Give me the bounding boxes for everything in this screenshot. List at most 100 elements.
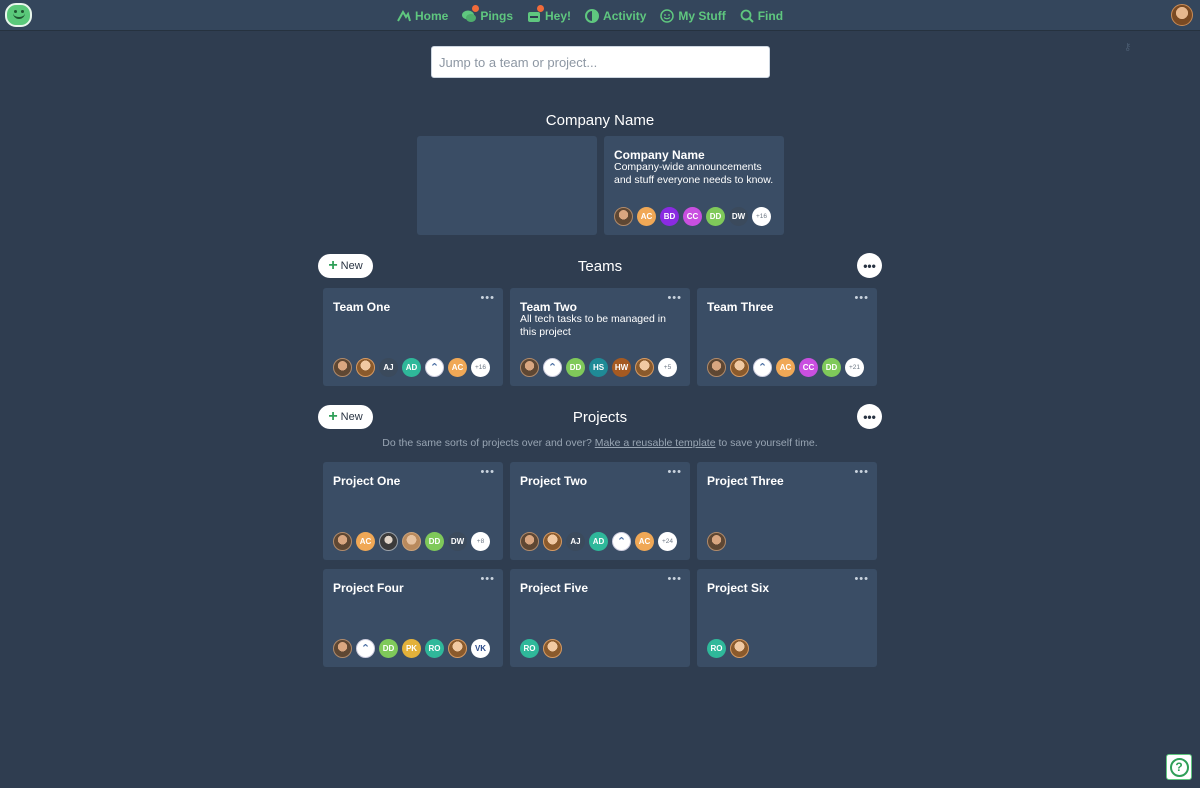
more-people-count[interactable]: +5 — [658, 358, 677, 377]
person-avatar[interactable] — [614, 207, 633, 226]
compass-avatar-icon[interactable]: ⌃ — [356, 639, 375, 658]
card-options-icon[interactable]: ••• — [667, 292, 682, 304]
initials-avatar[interactable]: BD — [660, 207, 679, 226]
initials-avatar[interactable]: AC — [637, 207, 656, 226]
make-template-link[interactable]: Make a reusable template — [595, 437, 716, 449]
teams-card[interactable]: Team Three ••• ⌃ AC CC DD +21 — [697, 288, 877, 386]
person-avatar[interactable] — [520, 532, 539, 551]
card-title: Team One — [333, 300, 391, 314]
card-options-icon[interactable]: ••• — [480, 573, 495, 585]
more-people-count[interactable]: +24 — [658, 532, 677, 551]
projects-card[interactable]: Project Five ••• RO — [510, 569, 690, 667]
nav-pings[interactable]: Pings — [455, 0, 520, 31]
initials-avatar[interactable]: CC — [683, 207, 702, 226]
person-avatar[interactable] — [635, 358, 654, 377]
more-people-count[interactable]: +16 — [752, 207, 771, 226]
more-people-count[interactable]: +8 — [471, 532, 490, 551]
person-avatar[interactable] — [520, 358, 539, 377]
initials-avatar[interactable]: RO — [425, 639, 444, 658]
card-options-icon[interactable]: ••• — [667, 573, 682, 585]
chat-bubbles-icon — [462, 4, 480, 23]
nav-hey[interactable]: Hey! — [520, 0, 578, 31]
person-avatar[interactable] — [448, 639, 467, 658]
teams-card[interactable]: Team Two All tech tasks to be managed in … — [510, 288, 690, 386]
card-options-icon[interactable]: ••• — [667, 466, 682, 478]
compass-avatar-icon[interactable]: ⌃ — [612, 532, 631, 551]
person-avatar[interactable] — [333, 358, 352, 377]
initials-avatar[interactable]: AC — [356, 532, 375, 551]
user-avatar[interactable] — [1171, 4, 1193, 26]
avatar-stack: AJ AD ⌃ AC +24 — [520, 532, 677, 551]
card-options-icon[interactable]: ••• — [480, 466, 495, 478]
person-avatar[interactable] — [356, 358, 375, 377]
projects-options-button[interactable]: ••• — [857, 404, 882, 429]
initials-avatar[interactable]: AJ — [379, 358, 398, 377]
person-avatar[interactable] — [730, 358, 749, 377]
initials-avatar[interactable]: DD — [566, 358, 585, 377]
company-hq-card[interactable]: Company Name Company-wide announcements … — [604, 136, 784, 235]
jump-search-input[interactable] — [431, 46, 770, 78]
person-avatar[interactable] — [707, 532, 726, 551]
initials-avatar[interactable]: DD — [425, 532, 444, 551]
template-hint-prefix: Do the same sorts of projects over and o… — [382, 437, 592, 449]
teams-options-button[interactable]: ••• — [857, 253, 882, 278]
teams-card[interactable]: Team One ••• AJ AD ⌃ AC +16 — [323, 288, 503, 386]
compass-avatar-icon[interactable]: ⌃ — [543, 358, 562, 377]
initials-avatar[interactable]: AD — [402, 358, 421, 377]
nav-activity[interactable]: Activity — [578, 0, 653, 31]
key-icon[interactable]: ⚷ — [1124, 42, 1134, 53]
company-heading: Company Name — [545, 112, 655, 129]
nav-my-stuff-label: My Stuff — [678, 8, 726, 23]
person-avatar[interactable] — [333, 532, 352, 551]
more-people-count[interactable]: +21 — [845, 358, 864, 377]
nav-find[interactable]: Find — [733, 0, 790, 31]
projects-heading: Projects — [572, 409, 628, 426]
person-avatar[interactable] — [543, 532, 562, 551]
initials-avatar[interactable]: RO — [707, 639, 726, 658]
help-button[interactable]: ? — [1166, 754, 1192, 780]
projects-card[interactable]: Project Two ••• AJ AD ⌃ AC +24 — [510, 462, 690, 560]
person-avatar[interactable] — [730, 639, 749, 658]
projects-card[interactable]: Project Six ••• RO — [697, 569, 877, 667]
card-title: Project One — [333, 474, 401, 488]
card-options-icon[interactable]: ••• — [480, 292, 495, 304]
initials-avatar[interactable]: AD — [589, 532, 608, 551]
person-avatar[interactable] — [379, 532, 398, 551]
person-avatar[interactable] — [402, 532, 421, 551]
initials-avatar[interactable]: HS — [589, 358, 608, 377]
nav-my-stuff[interactable]: My Stuff — [653, 0, 732, 31]
person-avatar[interactable] — [707, 358, 726, 377]
avatar-stack: ⌃ DD HS HW +5 — [520, 358, 677, 377]
projects-card[interactable]: Project Three ••• — [697, 462, 877, 560]
initials-avatar[interactable]: PK — [402, 639, 421, 658]
initials-avatar[interactable]: VK — [471, 639, 490, 658]
basecamp-logo-icon[interactable] — [5, 3, 32, 27]
card-title: Project Two — [520, 474, 588, 488]
person-avatar[interactable] — [543, 639, 562, 658]
initials-avatar[interactable]: AC — [635, 532, 654, 551]
initials-avatar[interactable]: CC — [799, 358, 818, 377]
initials-avatar[interactable]: RO — [520, 639, 539, 658]
initials-avatar[interactable]: HW — [612, 358, 631, 377]
initials-avatar[interactable]: DD — [379, 639, 398, 658]
nav-home[interactable]: Home — [390, 0, 455, 31]
initials-avatar[interactable]: AC — [776, 358, 795, 377]
more-people-count[interactable]: +16 — [471, 358, 490, 377]
basecamp-mountain-icon — [397, 9, 411, 21]
initials-avatar[interactable]: AC — [448, 358, 467, 377]
person-avatar[interactable] — [333, 639, 352, 658]
template-hint: Do the same sorts of projects over and o… — [0, 437, 1200, 449]
compass-avatar-icon[interactable]: ⌃ — [753, 358, 772, 377]
compass-avatar-icon[interactable]: ⌃ — [425, 358, 444, 377]
card-options-icon[interactable]: ••• — [854, 292, 869, 304]
card-options-icon[interactable]: ••• — [854, 573, 869, 585]
initials-avatar[interactable]: DD — [822, 358, 841, 377]
initials-avatar[interactable]: DW — [729, 207, 748, 226]
initials-avatar[interactable]: DW — [448, 532, 467, 551]
card-title: Project Six — [707, 581, 770, 595]
initials-avatar[interactable]: AJ — [566, 532, 585, 551]
card-options-icon[interactable]: ••• — [854, 466, 869, 478]
projects-card[interactable]: Project Four ••• ⌃ DD PK RO VK — [323, 569, 503, 667]
initials-avatar[interactable]: DD — [706, 207, 725, 226]
projects-card[interactable]: Project One ••• AC DD DW +8 — [323, 462, 503, 560]
